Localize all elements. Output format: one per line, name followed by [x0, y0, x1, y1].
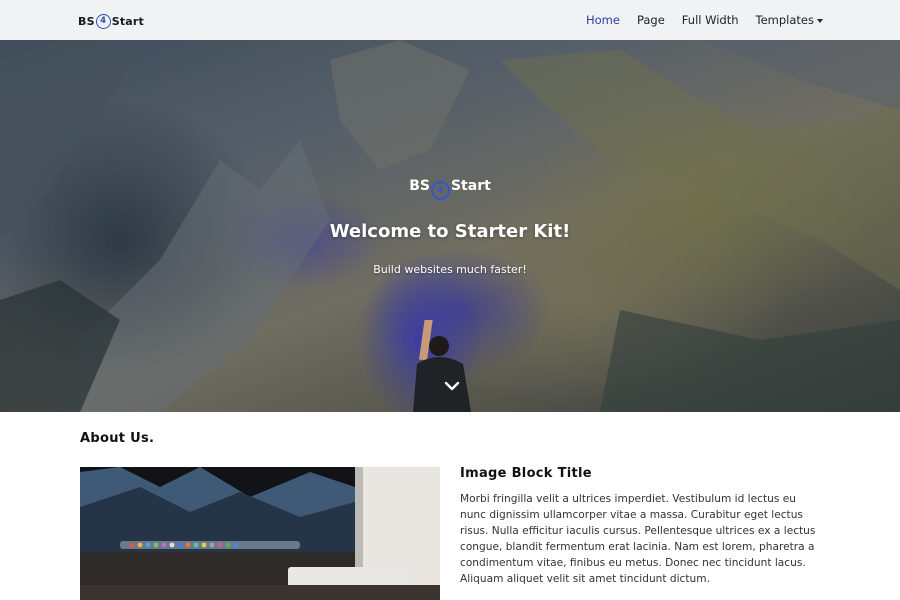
main-nav: Home Page Full Width Templates — [569, 0, 823, 40]
hero-logo: BS 4 Start — [0, 178, 900, 200]
hero-subtitle: Build websites much faster! — [373, 263, 527, 276]
hero-banner: BS 4 Start Welcome to Starter Kit! Build w… — [0, 40, 900, 412]
hero-logo-left: BS — [409, 178, 430, 194]
hero-title: Welcome to Starter Kit! — [329, 221, 571, 242]
brand-text-left: BS — [78, 14, 95, 28]
about-section-title: About Us. — [80, 431, 155, 446]
nav-link-page[interactable]: Page — [637, 13, 665, 27]
navbar: BS 4 Start Home Page Full Width Template… — [0, 0, 900, 40]
nav-link-full-width[interactable]: Full Width — [682, 13, 739, 27]
image-block-paragraph: Morbi fringilla velit a ultrices imperdi… — [460, 493, 816, 586]
brand-text-right: Start — [111, 14, 145, 28]
person-with-smoke-flare — [413, 320, 471, 412]
about-image — [80, 467, 440, 600]
hero-logo-right: Start — [450, 178, 491, 194]
brand-four-badge: 4 — [95, 13, 111, 29]
caret-down-icon — [817, 18, 823, 23]
brand-logo[interactable]: BS 4 Start — [78, 12, 144, 30]
nav-link-home[interactable]: Home — [586, 13, 620, 27]
chevron-down-icon[interactable] — [444, 380, 460, 392]
nav-dropdown-templates-label: Templates — [755, 13, 814, 27]
computer-desk-photo — [80, 467, 440, 600]
nav-dropdown-templates[interactable]: Templates — [756, 13, 823, 27]
image-block-title: Image Block Title — [460, 466, 592, 481]
hero-logo-four-badge: 4 — [430, 181, 450, 200]
